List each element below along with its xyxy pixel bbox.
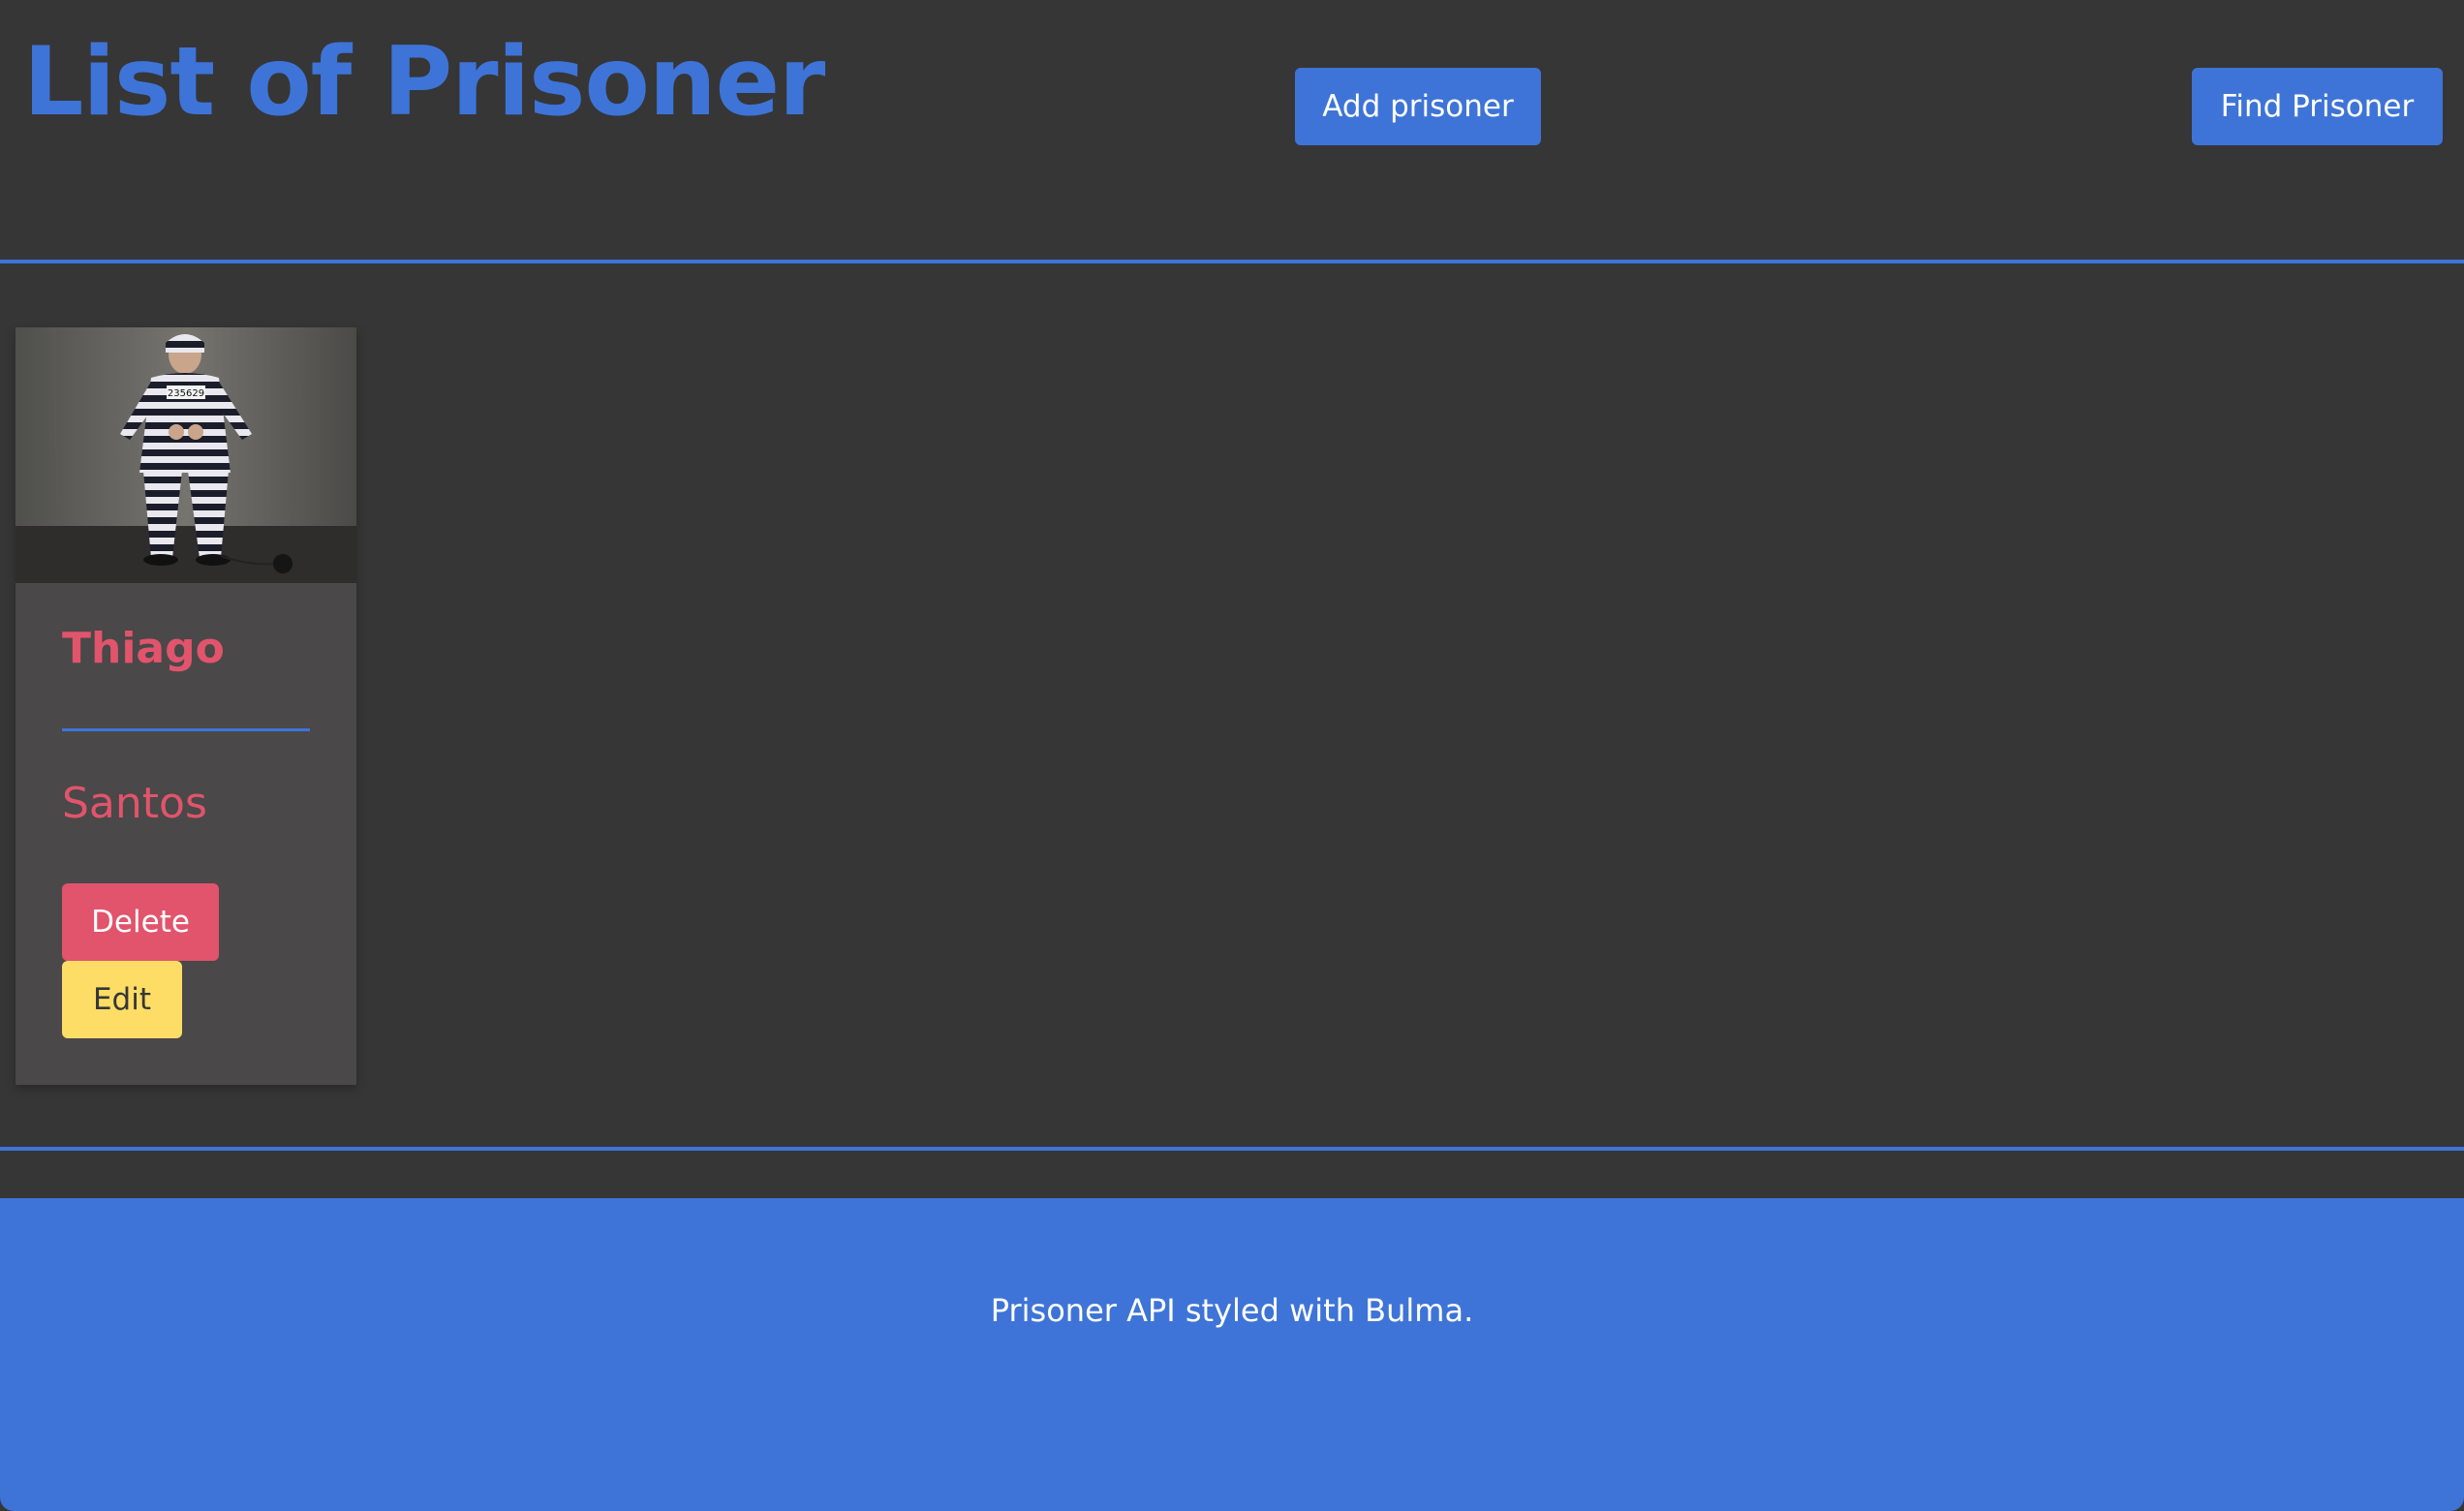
prisoner-card: 235629 Thiago Santos Delete Edit xyxy=(15,327,356,1085)
footer-text: Prisoner API styled with Bulma. xyxy=(990,1292,1474,1329)
header: List of Prisoner Add prisoner Find Priso… xyxy=(0,0,2464,262)
page-title: List of Prisoner xyxy=(23,27,825,138)
prisoner-last-name: Santos xyxy=(62,779,207,828)
prisoner-badge-number: 235629 xyxy=(168,388,204,399)
add-prisoner-button[interactable]: Add prisoner xyxy=(1295,68,1541,145)
find-prisoner-button[interactable]: Find Prisoner xyxy=(2192,68,2443,145)
card-divider xyxy=(62,728,310,731)
prisoner-photo: 235629 xyxy=(15,327,356,583)
edit-button[interactable]: Edit xyxy=(62,961,182,1038)
top-divider xyxy=(0,260,2464,263)
page: List of Prisoner Add prisoner Find Priso… xyxy=(0,0,2464,1511)
prisoner-first-name: Thiago xyxy=(62,624,225,673)
delete-button[interactable]: Delete xyxy=(62,883,219,961)
bottom-divider xyxy=(0,1147,2464,1151)
footer: Prisoner API styled with Bulma. xyxy=(0,1198,2464,1511)
